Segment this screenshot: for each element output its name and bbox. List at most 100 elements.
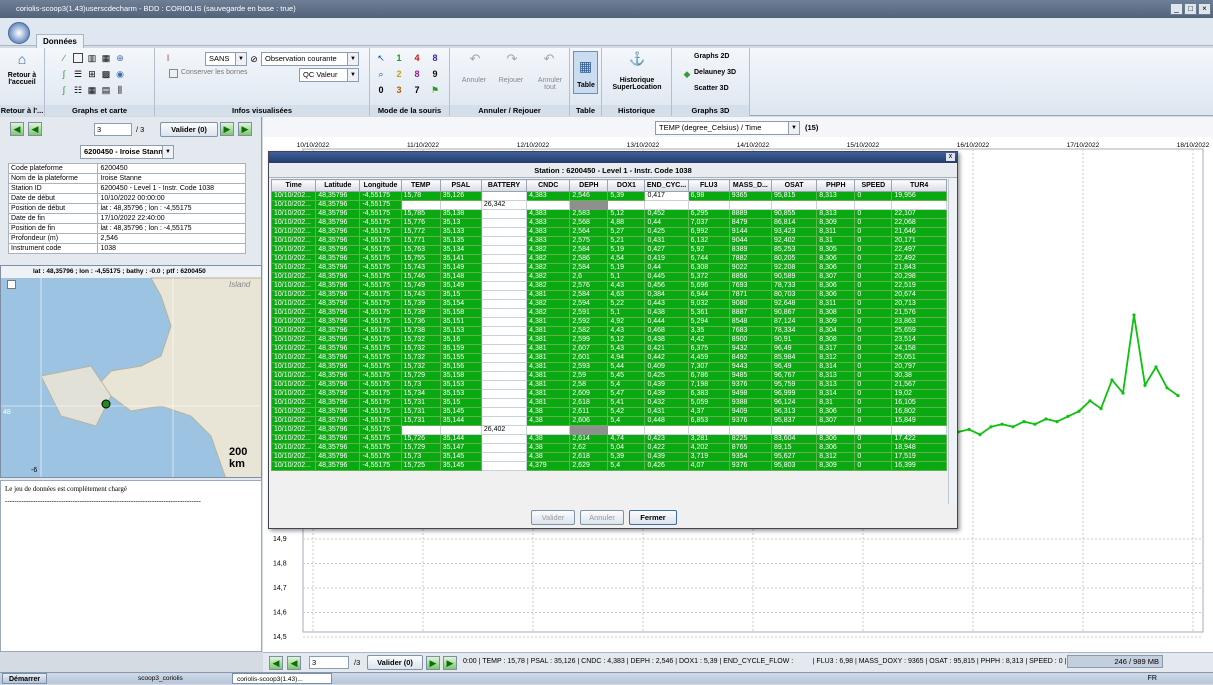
table-cell[interactable]: -4,55175: [359, 443, 402, 453]
square-icon[interactable]: [73, 53, 83, 63]
table-cell[interactable]: 8,314: [816, 389, 856, 399]
table-cell[interactable]: 10/10/202...: [270, 407, 317, 417]
table-button[interactable]: Table: [571, 82, 601, 89]
table-cell[interactable]: 10/10/202...: [270, 434, 317, 444]
table-cell[interactable]: 92,402: [770, 236, 818, 246]
table-cell[interactable]: 4,382: [526, 254, 571, 264]
table-cell[interactable]: 90,867: [770, 308, 818, 318]
scatter3d-button[interactable]: Scatter 3D: [694, 85, 729, 92]
table-cell[interactable]: 9376: [728, 416, 772, 426]
table-cell[interactable]: 0: [854, 353, 893, 363]
table-cell[interactable]: [480, 362, 528, 372]
table-cell[interactable]: 20,674: [891, 290, 947, 300]
table-cell[interactable]: 48,35796: [315, 362, 361, 372]
table-cell[interactable]: 4,381: [526, 344, 571, 354]
table-row[interactable]: 10/10/202... 48,35796 -4,55175 15,749 35,149…: [270, 281, 947, 291]
temp-data-point[interactable]: [1077, 409, 1081, 413]
table-cell[interactable]: 95,837: [770, 416, 818, 426]
table-cell[interactable]: 4,382: [526, 263, 571, 273]
table-cell[interactable]: 9144: [728, 227, 772, 237]
table-cell[interactable]: 4,381: [526, 362, 571, 372]
table-cell[interactable]: 35,158: [439, 308, 482, 318]
table-cell[interactable]: 10/10/202...: [270, 227, 317, 237]
table-cell[interactable]: 48,35796: [315, 245, 361, 255]
table-cell[interactable]: 7882: [728, 254, 772, 264]
table-cell[interactable]: 95,815: [770, 191, 818, 201]
table-cell[interactable]: [526, 425, 571, 435]
table-cell[interactable]: [480, 452, 528, 462]
table-cell[interactable]: [439, 200, 482, 210]
table-cell[interactable]: [480, 344, 528, 354]
table-cell[interactable]: 0,444: [644, 317, 689, 327]
table-cell[interactable]: 8,311: [816, 299, 856, 309]
grid-icon[interactable]: ⊞: [87, 69, 97, 79]
table-cell[interactable]: 0: [854, 236, 893, 246]
table-cell[interactable]: 15,732: [400, 344, 441, 354]
table-cell[interactable]: 15,73: [400, 452, 441, 462]
table-cell[interactable]: 5,1: [607, 272, 646, 282]
table-cell[interactable]: 35,156: [439, 362, 482, 372]
temp-data-point[interactable]: [1022, 420, 1026, 424]
table-cell[interactable]: 48,35796: [315, 227, 361, 237]
table-cell[interactable]: 48,35796: [315, 191, 361, 201]
curve-icon[interactable]: ∫: [59, 69, 69, 79]
table-cell[interactable]: 9443: [728, 362, 772, 372]
table-cell[interactable]: 96,124: [770, 398, 818, 408]
table-row[interactable]: 10/10/202... 48,35796 -4,55175 15,732 35,155…: [270, 353, 947, 363]
mouse-7[interactable]: 7: [412, 85, 422, 95]
table-cell[interactable]: 4,37: [687, 407, 730, 417]
table-cell[interactable]: 5,92: [687, 245, 730, 255]
temp-data-point[interactable]: [1044, 417, 1048, 421]
table-cell[interactable]: -4,55175: [359, 200, 402, 210]
column-header[interactable]: TEMP: [400, 179, 441, 192]
table-cell[interactable]: 5,4: [607, 416, 646, 426]
dialog-validate-button[interactable]: Valider: [531, 510, 575, 525]
table-cell[interactable]: 0: [854, 263, 893, 273]
table-cell[interactable]: [526, 200, 571, 210]
column-header[interactable]: BATTERY: [480, 179, 528, 192]
table-cell[interactable]: 9044: [728, 236, 772, 246]
table-cell[interactable]: 5,1: [607, 308, 646, 318]
table-cell[interactable]: 6,308: [687, 263, 730, 273]
cursor-icon[interactable]: ↖: [376, 53, 386, 63]
table-cell[interactable]: -4,55175: [359, 344, 402, 354]
table-row[interactable]: 10/10/202... 48,35796 -4,55175 15,731 35,15 4…: [270, 398, 947, 408]
minimize-icon[interactable]: _: [1170, 3, 1183, 15]
flag-icon[interactable]: ⚑: [430, 85, 440, 95]
table-cell[interactable]: 5,19: [607, 245, 646, 255]
table-cell[interactable]: [480, 335, 528, 345]
table-cell[interactable]: 35,153: [439, 326, 482, 336]
table-cell[interactable]: [480, 317, 528, 327]
table-cell[interactable]: [480, 353, 528, 363]
table-cell[interactable]: 15,776: [400, 218, 441, 228]
table-cell[interactable]: 5,44: [607, 362, 646, 372]
table-cell[interactable]: 15,746: [400, 272, 441, 282]
table-cell[interactable]: 16,105: [891, 398, 947, 408]
table-cell[interactable]: 6,944: [687, 290, 730, 300]
table-cell[interactable]: [770, 200, 818, 210]
table-cell[interactable]: 35,149: [439, 281, 482, 291]
validate-button[interactable]: Valider (0): [160, 122, 218, 137]
mouse-2[interactable]: 2: [394, 69, 404, 79]
table-cell[interactable]: 6,853: [687, 416, 730, 426]
table-cell[interactable]: [480, 443, 528, 453]
table-cell[interactable]: 4,38: [526, 452, 571, 462]
dialog-cancel-button[interactable]: Annuler: [580, 510, 624, 525]
table-cell[interactable]: 5,696: [687, 281, 730, 291]
temp-data-point[interactable]: [1165, 386, 1169, 390]
table-cell[interactable]: 8,309: [816, 317, 856, 327]
table-cell[interactable]: 7,037: [687, 218, 730, 228]
task-scoop3[interactable]: scoop3_coriolis: [134, 673, 224, 684]
table-cell[interactable]: 8,307: [816, 272, 856, 282]
table-cell[interactable]: 15,763: [400, 245, 441, 255]
table-cell[interactable]: 0,421: [644, 344, 689, 354]
table-cell[interactable]: 0,468: [644, 326, 689, 336]
table-cell[interactable]: 35,15: [439, 398, 482, 408]
table-cell[interactable]: 7,307: [687, 362, 730, 372]
table-cell[interactable]: 92,208: [770, 263, 818, 273]
table-cell[interactable]: 0: [854, 326, 893, 336]
table-cell[interactable]: 2,584: [569, 290, 609, 300]
table-cell[interactable]: 35,138: [439, 209, 482, 219]
table-cell[interactable]: 8479: [728, 218, 772, 228]
table-cell[interactable]: 0,384: [644, 290, 689, 300]
